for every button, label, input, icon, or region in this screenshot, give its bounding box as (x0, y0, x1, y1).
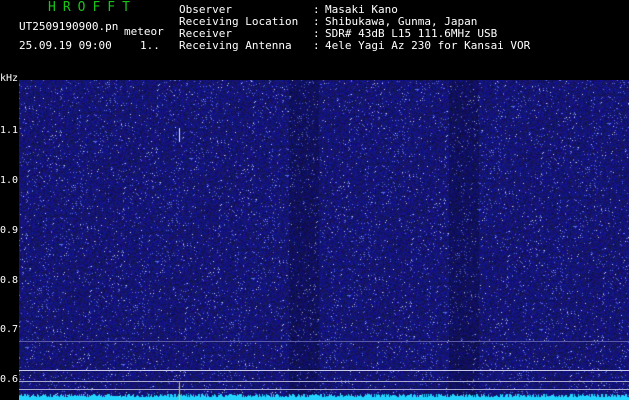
reference-line (19, 341, 629, 342)
reference-line (19, 389, 629, 390)
mode-label: meteor (124, 25, 164, 38)
spectrogram-waterfall (19, 80, 629, 400)
info-value: 4ele Yagi Az 230 for Kansai VOR (325, 39, 531, 52)
info-separator: : (313, 39, 320, 52)
header-panel: HROFFT UT2509190900.pn meteor 25.09.19 0… (0, 0, 629, 80)
reference-line (19, 381, 629, 382)
freq-tick: 0.7 (0, 324, 19, 335)
datetime-label: 25.09.19 09:00 (19, 39, 112, 52)
file-name: UT2509190900.pn (19, 20, 119, 33)
freq-tick: 1.0 (0, 175, 19, 186)
page-indicator: 1.. (140, 39, 160, 52)
freq-unit-label: kHz (0, 73, 19, 84)
freq-tick: 1.1 (0, 125, 19, 136)
observation-info: Observer: Masaki Kano Receiving Location:… (179, 4, 530, 52)
reference-line (19, 370, 629, 371)
freq-tick: 0.6 (0, 374, 19, 385)
app-title: HROFFT (48, 0, 137, 15)
info-key: Receiving Antenna (179, 39, 292, 52)
info-row-antenna: Receiving Antenna:4ele Yagi Az 230 for K… (179, 40, 530, 52)
freq-tick: 0.8 (0, 275, 19, 286)
freq-tick: 0.9 (0, 225, 19, 236)
